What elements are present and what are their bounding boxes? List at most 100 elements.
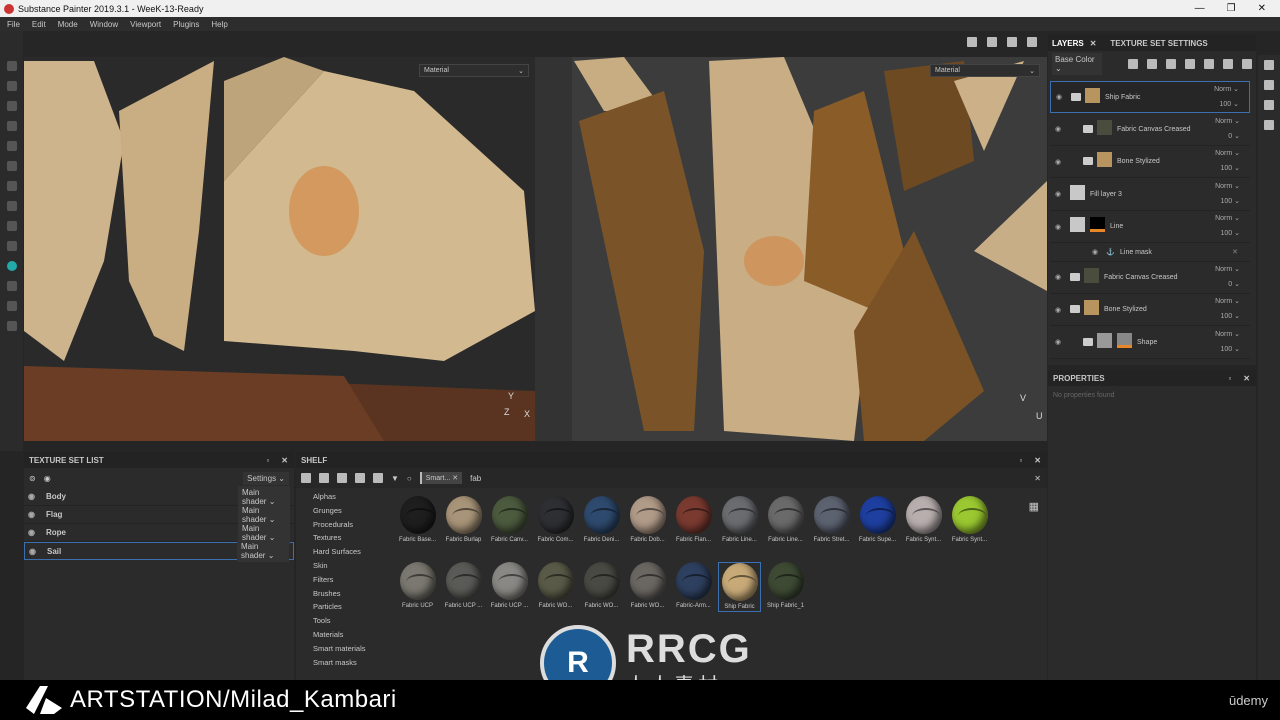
blend-mode-dropdown[interactable]: Norm ⌄ [1215, 265, 1240, 273]
shelf-item[interactable]: Fabric-Arm... [672, 562, 715, 612]
shader-settings-icon[interactable] [1264, 80, 1274, 90]
eye-icon[interactable]: ◉ [1092, 248, 1098, 256]
shelf-item[interactable]: Fabric Deni... [580, 496, 623, 546]
eraser-icon[interactable] [6, 81, 17, 91]
add-mask-icon[interactable] [1147, 59, 1157, 69]
folder-icon[interactable] [301, 473, 311, 483]
delete-icon[interactable] [1242, 59, 1252, 69]
filter-icon[interactable]: ▼ [391, 474, 399, 483]
add-generator-icon[interactable] [1204, 59, 1214, 69]
layer-row[interactable]: ◉ Fill layer 3 Norm ⌄ 100 ⌄ [1050, 179, 1250, 211]
layer-row[interactable]: ◉ Fabric Canvas Creased Norm ⌄ 0 ⌄ [1050, 114, 1250, 146]
texture-set-row[interactable]: ◉ Sail Main shader ⌄ [24, 540, 294, 562]
shelf-item[interactable]: Fabric Flan... [672, 496, 715, 546]
eye-icon[interactable]: ◉ [28, 528, 40, 537]
shelf-item[interactable]: Fabric Stret... [810, 496, 853, 546]
close-button[interactable]: ✕ [1258, 3, 1266, 14]
eye-icon[interactable]: ◉ [29, 547, 41, 556]
blend-mode-dropdown[interactable]: Norm ⌄ [1215, 330, 1240, 338]
add-layer-icon[interactable] [1166, 59, 1176, 69]
log-icon[interactable] [1264, 120, 1274, 130]
shelf-category[interactable]: Tools [296, 616, 386, 630]
clear-search-icon[interactable]: ✕ [1034, 474, 1041, 483]
shelf-category[interactable]: Materials [296, 630, 386, 644]
shelf-item[interactable]: Fabric Base... [396, 496, 439, 546]
eye-icon[interactable]: ◉ [1055, 338, 1061, 346]
shelf-category[interactable]: Grunges [296, 506, 386, 520]
eye-icon[interactable]: ◉ [1056, 93, 1062, 101]
eye-icon[interactable]: ◉ [44, 474, 51, 483]
polygon-fill-icon[interactable] [6, 121, 17, 131]
eye-icon[interactable]: ◉ [28, 510, 40, 519]
screenshot-icon[interactable] [1027, 37, 1037, 47]
float-icon[interactable]: ▫ [1228, 374, 1231, 383]
projection-icon[interactable] [6, 101, 17, 111]
blend-mode-dropdown[interactable]: Norm ⌄ [1215, 182, 1240, 190]
shelf-item[interactable]: Fabric Supe... [856, 496, 899, 546]
menu-plugins[interactable]: Plugins [173, 20, 199, 29]
eye-icon[interactable]: ◉ [1055, 223, 1061, 231]
eye-icon[interactable]: ◉ [1055, 125, 1061, 133]
photoshop-icon[interactable] [6, 281, 17, 291]
close-icon[interactable]: ✕ [1243, 374, 1250, 383]
blend-mode-dropdown[interactable]: Norm ⌄ [1214, 85, 1239, 93]
link-icon[interactable]: ⊚ [29, 474, 36, 483]
close-icon[interactable]: ✕ [1090, 39, 1097, 48]
shelf-category[interactable]: Particles [296, 602, 386, 616]
channel-dropdown[interactable]: Base Color ⌄ [1052, 53, 1102, 75]
add-folder-icon[interactable] [1223, 59, 1233, 69]
shader-dropdown[interactable]: Main shader ⌄ [237, 540, 289, 562]
layer-row[interactable]: ◉ Shape Norm ⌄ 100 ⌄ [1050, 327, 1250, 359]
viewport-2d-material-select[interactable]: Material ⌄ [930, 64, 1040, 77]
layer-row[interactable]: ◉ Fabric Canvas Creased Norm ⌄ 0 ⌄ [1050, 262, 1250, 294]
opacity-dropdown[interactable]: 100 ⌄ [1221, 345, 1241, 353]
shelf-item[interactable]: Fabric UCP ... [442, 562, 485, 612]
close-icon[interactable]: ✕ [1034, 456, 1041, 465]
opacity-dropdown[interactable]: 100 ⌄ [1221, 229, 1241, 237]
shelf-category[interactable]: Smart materials [296, 644, 386, 658]
menu-window[interactable]: Window [90, 20, 118, 29]
clone-icon[interactable] [6, 161, 17, 171]
shelf-search-input[interactable] [470, 473, 971, 483]
menu-viewport[interactable]: Viewport [130, 20, 161, 29]
viewport[interactable]: Material ⌄ Material ⌄ YZ X VU [24, 31, 1047, 441]
float-icon[interactable]: ▫ [266, 456, 269, 465]
display-settings-icon[interactable] [1264, 60, 1274, 70]
shelf-category[interactable]: Alphas [296, 492, 386, 506]
shelf-item[interactable]: Fabric Dob... [626, 496, 669, 546]
menu-file[interactable]: File [7, 20, 20, 29]
settings-dropdown[interactable]: Settings ⌄ [243, 471, 289, 485]
shelf-item[interactable]: Ship Fabric_1 [764, 562, 807, 612]
new-shelf-icon[interactable] [319, 473, 329, 483]
eye-icon[interactable]: ◉ [1055, 158, 1061, 166]
tab-texture-set-settings[interactable]: TEXTURE SET SETTINGS [1110, 39, 1207, 48]
refresh-icon[interactable]: ○ [407, 474, 412, 483]
shelf-item[interactable]: Fabric Canv... [488, 496, 531, 546]
save-icon[interactable] [337, 473, 347, 483]
camera-icon[interactable] [1007, 37, 1017, 47]
measure-icon[interactable] [6, 221, 17, 231]
opacity-dropdown[interactable]: 100 ⌄ [1220, 100, 1240, 108]
blend-mode-dropdown[interactable]: Norm ⌄ [1215, 214, 1240, 222]
mask-row[interactable]: ◉ ⚓ Line mask ✕ [1050, 244, 1250, 262]
menu-edit[interactable]: Edit [32, 20, 46, 29]
paint-brush-icon[interactable] [6, 61, 17, 71]
shelf-item[interactable]: Fabric Synt... [902, 496, 945, 546]
float-icon[interactable]: ▫ [1019, 456, 1022, 465]
shelf-item[interactable]: Fabric WO... [626, 562, 669, 612]
blend-mode-dropdown[interactable]: Norm ⌄ [1215, 117, 1240, 125]
opacity-dropdown[interactable]: 100 ⌄ [1221, 197, 1241, 205]
shelf-category[interactable]: Skin [296, 561, 386, 575]
layer-row[interactable]: ◉ Bone Stylized Norm ⌄ 100 ⌄ [1050, 294, 1250, 326]
shelf-category[interactable]: Hard Surfaces [296, 547, 386, 561]
opacity-dropdown[interactable]: 0 ⌄ [1228, 280, 1240, 288]
layer-row[interactable]: ◉ Ship Fabric Norm ⌄ 100 ⌄ [1050, 81, 1250, 113]
eye-icon[interactable]: ◉ [1055, 190, 1061, 198]
hide-icon[interactable] [355, 473, 365, 483]
eye-icon[interactable]: ◉ [28, 492, 40, 501]
tab-layers[interactable]: LAYERS [1052, 39, 1084, 48]
filter-chip[interactable]: Smart... ✕ [419, 472, 463, 484]
shelf-item[interactable]: Fabric Line... [764, 496, 807, 546]
shelf-category[interactable]: Smart masks [296, 658, 386, 672]
add-fill-layer-icon[interactable] [1185, 59, 1195, 69]
